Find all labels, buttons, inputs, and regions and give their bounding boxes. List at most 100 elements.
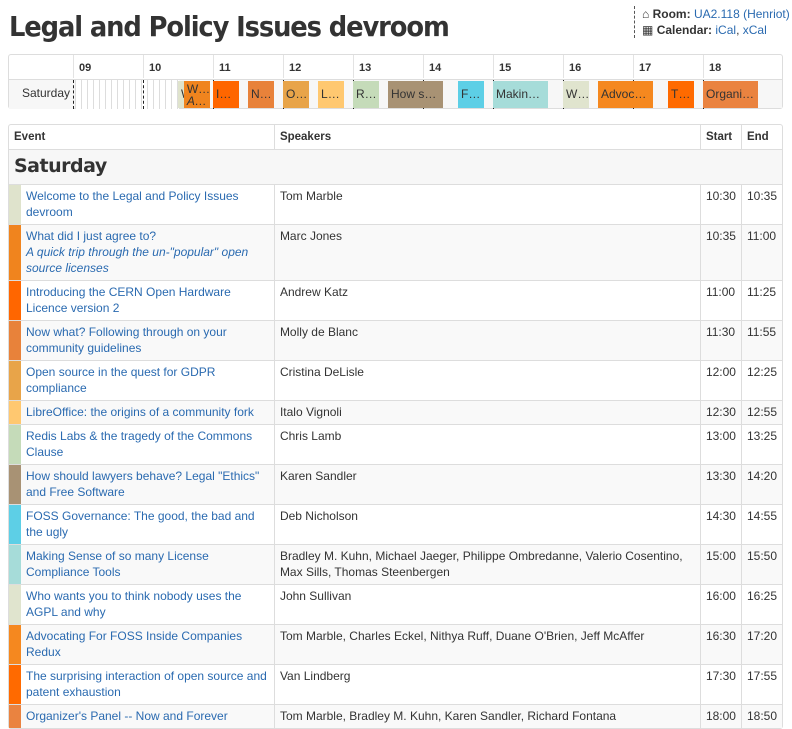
speakers-cell: Tom Marble, Charles Eckel, Nithya Ruff, … <box>273 624 700 664</box>
timeline-event-title: Redis Labs & the tragedy of the Commons … <box>356 87 379 101</box>
speakers-cell: Bradley M. Kuhn, Michael Jaeger, Philipp… <box>273 544 700 584</box>
timeline-hour: 12 <box>283 55 353 78</box>
event-cell: Redis Labs & the tragedy of the Commons … <box>21 424 274 464</box>
event-subtitle[interactable]: A quick trip through the un-"popular" op… <box>26 244 269 276</box>
track-color-bar <box>9 544 21 584</box>
timeline-event[interactable]: Organizer's Panel -- Now and Forever <box>703 81 759 108</box>
end-cell: 11:25 <box>740 280 782 320</box>
start-cell: 16:00 <box>699 584 741 624</box>
day-heading: Saturday <box>9 149 782 184</box>
timeline-event[interactable]: Making Sense of so many License Complian… <box>493 81 549 108</box>
event-cell: Making Sense of so many License Complian… <box>21 544 274 584</box>
event-link[interactable]: Open source in the quest for GDPR compli… <box>26 365 215 395</box>
speakers-cell: Karen Sandler <box>273 464 700 504</box>
track-color-bar <box>9 624 21 664</box>
event-link[interactable]: Advocating For FOSS Inside Companies Red… <box>26 629 242 659</box>
speakers-cell: Deb Nicholson <box>273 504 700 544</box>
event-link[interactable]: Organizer's Panel -- Now and Forever <box>26 709 228 723</box>
track-color-bar <box>9 320 21 360</box>
event-cell: How should lawyers behave? Legal "Ethics… <box>21 464 274 504</box>
speakers-cell: Andrew Katz <box>273 280 700 320</box>
speakers-cell: Italo Vignoli <box>273 400 700 424</box>
start-cell: 14:30 <box>699 504 741 544</box>
timeline-hour: 13 <box>353 55 423 78</box>
event-cell: Introducing the CERN Open Hardware Licen… <box>21 280 274 320</box>
end-cell: 13:25 <box>740 424 782 464</box>
timeline-event-title: FOSS Governance: The good, the bad and t… <box>461 87 484 101</box>
track-color-bar <box>9 704 21 728</box>
event-cell: Advocating For FOSS Inside Companies Red… <box>21 624 274 664</box>
start-cell: 13:30 <box>699 464 741 504</box>
end-cell: 10:35 <box>740 184 782 224</box>
table-row: Now what? Following through on your comm… <box>9 320 782 360</box>
start-cell: 17:30 <box>699 664 741 704</box>
timeline-event[interactable]: What did I just agree to?A quick trip th… <box>183 81 210 108</box>
schedule-table: Event Speakers Start End Saturday Welcom… <box>8 124 783 729</box>
table-row: Open source in the quest for GDPR compli… <box>9 360 782 400</box>
timeline-event-title: Open source in the quest for GDPR compli… <box>286 87 309 101</box>
event-cell: The surprising interaction of open sourc… <box>21 664 274 704</box>
timeline-event-title: Making Sense of so many License Complian… <box>496 87 548 101</box>
timeline-hour: 17 <box>633 55 703 78</box>
timeline-empty-slots <box>75 80 179 109</box>
header-event: Event <box>14 131 46 143</box>
end-cell: 16:25 <box>740 584 782 624</box>
timeline-event[interactable]: How should lawyers behave? Legal "Ethics… <box>388 81 444 108</box>
event-link[interactable]: The surprising interaction of open sourc… <box>26 669 267 699</box>
end-cell: 15:50 <box>740 544 782 584</box>
start-cell: 15:00 <box>699 544 741 584</box>
event-link[interactable]: FOSS Governance: The good, the bad and t… <box>26 509 255 539</box>
timeline-row: Saturday Welcome to the Legal and Policy… <box>9 79 782 109</box>
start-cell: 16:30 <box>699 624 741 664</box>
table-row: Redis Labs & the tragedy of the Commons … <box>9 424 782 464</box>
event-cell: Open source in the quest for GDPR compli… <box>21 360 274 400</box>
table-row: Introducing the CERN Open Hardware Licen… <box>9 280 782 320</box>
track-color-bar <box>9 184 21 224</box>
event-link[interactable]: What did I just agree to? <box>26 229 156 243</box>
table-row: Welcome to the Legal and Policy Issues d… <box>9 184 782 224</box>
timeline-hour: 09 <box>73 55 143 78</box>
start-cell: 13:00 <box>699 424 741 464</box>
speakers-cell: Tom Marble, Bradley M. Kuhn, Karen Sandl… <box>273 704 700 728</box>
event-link[interactable]: LibreOffice: the origins of a community … <box>26 405 254 419</box>
table-row: The surprising interaction of open sourc… <box>9 664 782 704</box>
timeline-event-title: How should lawyers behave? Legal "Ethics… <box>391 87 443 101</box>
room-link[interactable]: UA2.118 (Henriot) <box>694 7 790 21</box>
table-row: How should lawyers behave? Legal "Ethics… <box>9 464 782 504</box>
event-link[interactable]: Now what? Following through on your comm… <box>26 325 227 355</box>
header-start: Start <box>699 125 741 149</box>
timeline-event[interactable]: Introducing the CERN Open Hardware Licen… <box>213 81 240 108</box>
track-color-bar <box>9 400 21 424</box>
event-link[interactable]: Welcome to the Legal and Policy Issues d… <box>26 189 239 219</box>
timeline-event[interactable]: Now what? Following through on your comm… <box>248 81 275 108</box>
ical-link[interactable]: iCal <box>715 23 736 37</box>
speakers-cell: Tom Marble <box>273 184 700 224</box>
timeline: 09101112131415161718 Saturday Welcome to… <box>8 54 783 109</box>
end-cell: 12:25 <box>740 360 782 400</box>
event-cell: LibreOffice: the origins of a community … <box>21 400 274 424</box>
timeline-event[interactable]: LibreOffice: the origins of a community … <box>318 81 345 108</box>
end-cell: 12:55 <box>740 400 782 424</box>
event-link[interactable]: Introducing the CERN Open Hardware Licen… <box>26 285 231 315</box>
event-link[interactable]: Redis Labs & the tragedy of the Commons … <box>26 429 252 459</box>
timeline-event[interactable]: Advocating For FOSS Inside Companies Red… <box>598 81 654 108</box>
timeline-day-label: Saturday <box>9 80 73 109</box>
timeline-hour: 16 <box>563 55 633 78</box>
timeline-event[interactable]: Who wants you to think nobody uses the A… <box>563 81 590 108</box>
timeline-event[interactable]: Redis Labs & the tragedy of the Commons … <box>353 81 380 108</box>
xcal-link[interactable]: xCal <box>743 23 767 37</box>
timeline-event[interactable]: The surprising interaction of open sourc… <box>668 81 695 108</box>
end-cell: 17:55 <box>740 664 782 704</box>
speakers-cell: Marc Jones <box>273 224 700 280</box>
event-link[interactable]: How should lawyers behave? Legal "Ethics… <box>26 469 259 499</box>
timeline-hour: 14 <box>423 55 493 78</box>
timeline-event[interactable]: Open source in the quest for GDPR compli… <box>283 81 310 108</box>
event-link[interactable]: Who wants you to think nobody uses the A… <box>26 589 241 619</box>
start-cell: 11:00 <box>699 280 741 320</box>
start-cell: 11:30 <box>699 320 741 360</box>
start-cell: 18:00 <box>699 704 741 728</box>
timeline-event[interactable]: FOSS Governance: The good, the bad and t… <box>458 81 485 108</box>
header-speakers: Speakers <box>273 125 700 149</box>
event-link[interactable]: Making Sense of so many License Complian… <box>26 549 209 579</box>
event-cell: Organizer's Panel -- Now and Forever <box>21 704 274 728</box>
